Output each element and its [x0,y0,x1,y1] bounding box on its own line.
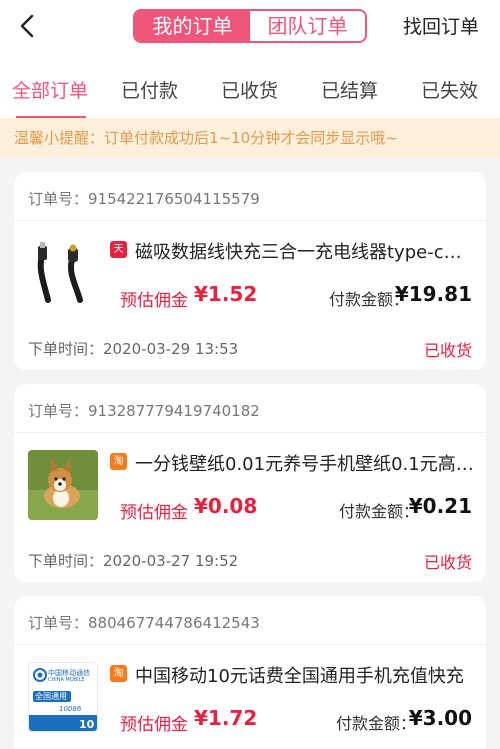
order-number: 订单号：915422176504115579 [28,190,260,208]
tab-received[interactable]: 已收货 [221,76,278,103]
tab-expired[interactable]: 已失效 [421,76,478,103]
commission-value: ¥0.08 [194,494,258,518]
tab-my-orders[interactable]: 我的订单 [135,11,250,41]
order-number: 订单号：880467744786412543 [28,614,260,632]
order-number: 订单号：913287779419740182 [28,402,260,420]
card-value: 10 [79,718,95,731]
status-badge: 已收货 [423,341,472,360]
payment-label: 付款金额： [339,502,420,521]
brand-name-en: CHINA MOBILE [48,677,85,683]
order-card[interactable]: 订单号：915422176504115579 天猫 磁吸数据线快充三合一充电线器… [14,172,486,370]
tmall-badge-icon: 天猫 [110,241,127,272]
product-image-puppy[interactable] [28,450,98,520]
card-tag: 全国通用 [35,692,67,701]
divider [14,220,486,221]
find-order-button[interactable]: 找回订单 [403,12,479,39]
product-image-recharge-card[interactable]: 中国移动通信 CHINA MOBILE 全国通用 10086 10 [28,662,98,732]
status-badge: 已收货 [423,553,472,572]
top-bar: 我的订单 团队订单 找回订单 [0,0,500,52]
tab-team-orders[interactable]: 团队订单 [250,11,365,41]
product-title[interactable]: 中国移动10元话费全国通用手机充值快充 [135,662,475,688]
payment-value: ¥0.21 [408,494,472,518]
payment-value: ¥3.00 [408,706,472,730]
divider [14,644,486,645]
status-tabs: 全部订单 已付款 已收货 已结算 已失效 [0,52,500,118]
commission-label: 预估佣金 [120,503,188,523]
order-card[interactable]: 订单号：880467744786412543 中国移动通信 CHINA MOBI… [14,596,486,749]
order-type-toggle: 我的订单 团队订单 [133,9,367,43]
tab-paid[interactable]: 已付款 [121,76,178,103]
order-time: 下单时间：2020-03-29 13:53 [28,340,239,358]
product-image-cable[interactable] [28,238,98,308]
product-title[interactable]: 磁吸数据线快充三合一充电线器type-c安卓苹果华为 [135,238,475,264]
commission-value: ¥1.52 [194,282,258,306]
order-time: 下单时间：2020-03-27 19:52 [28,552,239,570]
notice-banner: 温馨小提醒：订单付款成功后1~10分钟才会同步显示哦~ [0,118,500,158]
commission-label: 预估佣金 [120,715,188,735]
commission-label: 预估佣金 [120,291,188,311]
taobao-badge-icon: 淘 [110,665,127,682]
payment-label: 付款金额： [336,714,417,733]
taobao-badge-icon: 淘 [110,453,127,470]
card-hotline: 10086 [59,705,82,713]
order-card[interactable]: 订单号：913287779419740182 淘 一分钱壁纸0.01元养号手机壁… [14,384,486,582]
back-arrow-icon[interactable] [14,12,42,40]
commission-value: ¥1.72 [194,706,258,730]
divider [14,432,486,433]
payment-value: ¥19.81 [394,282,472,306]
tab-all-orders[interactable]: 全部订单 [12,76,88,103]
product-title[interactable]: 一分钱壁纸0.01元养号手机壁纸0.1元高清壁纸 [135,450,475,476]
tab-settled[interactable]: 已结算 [321,76,378,103]
